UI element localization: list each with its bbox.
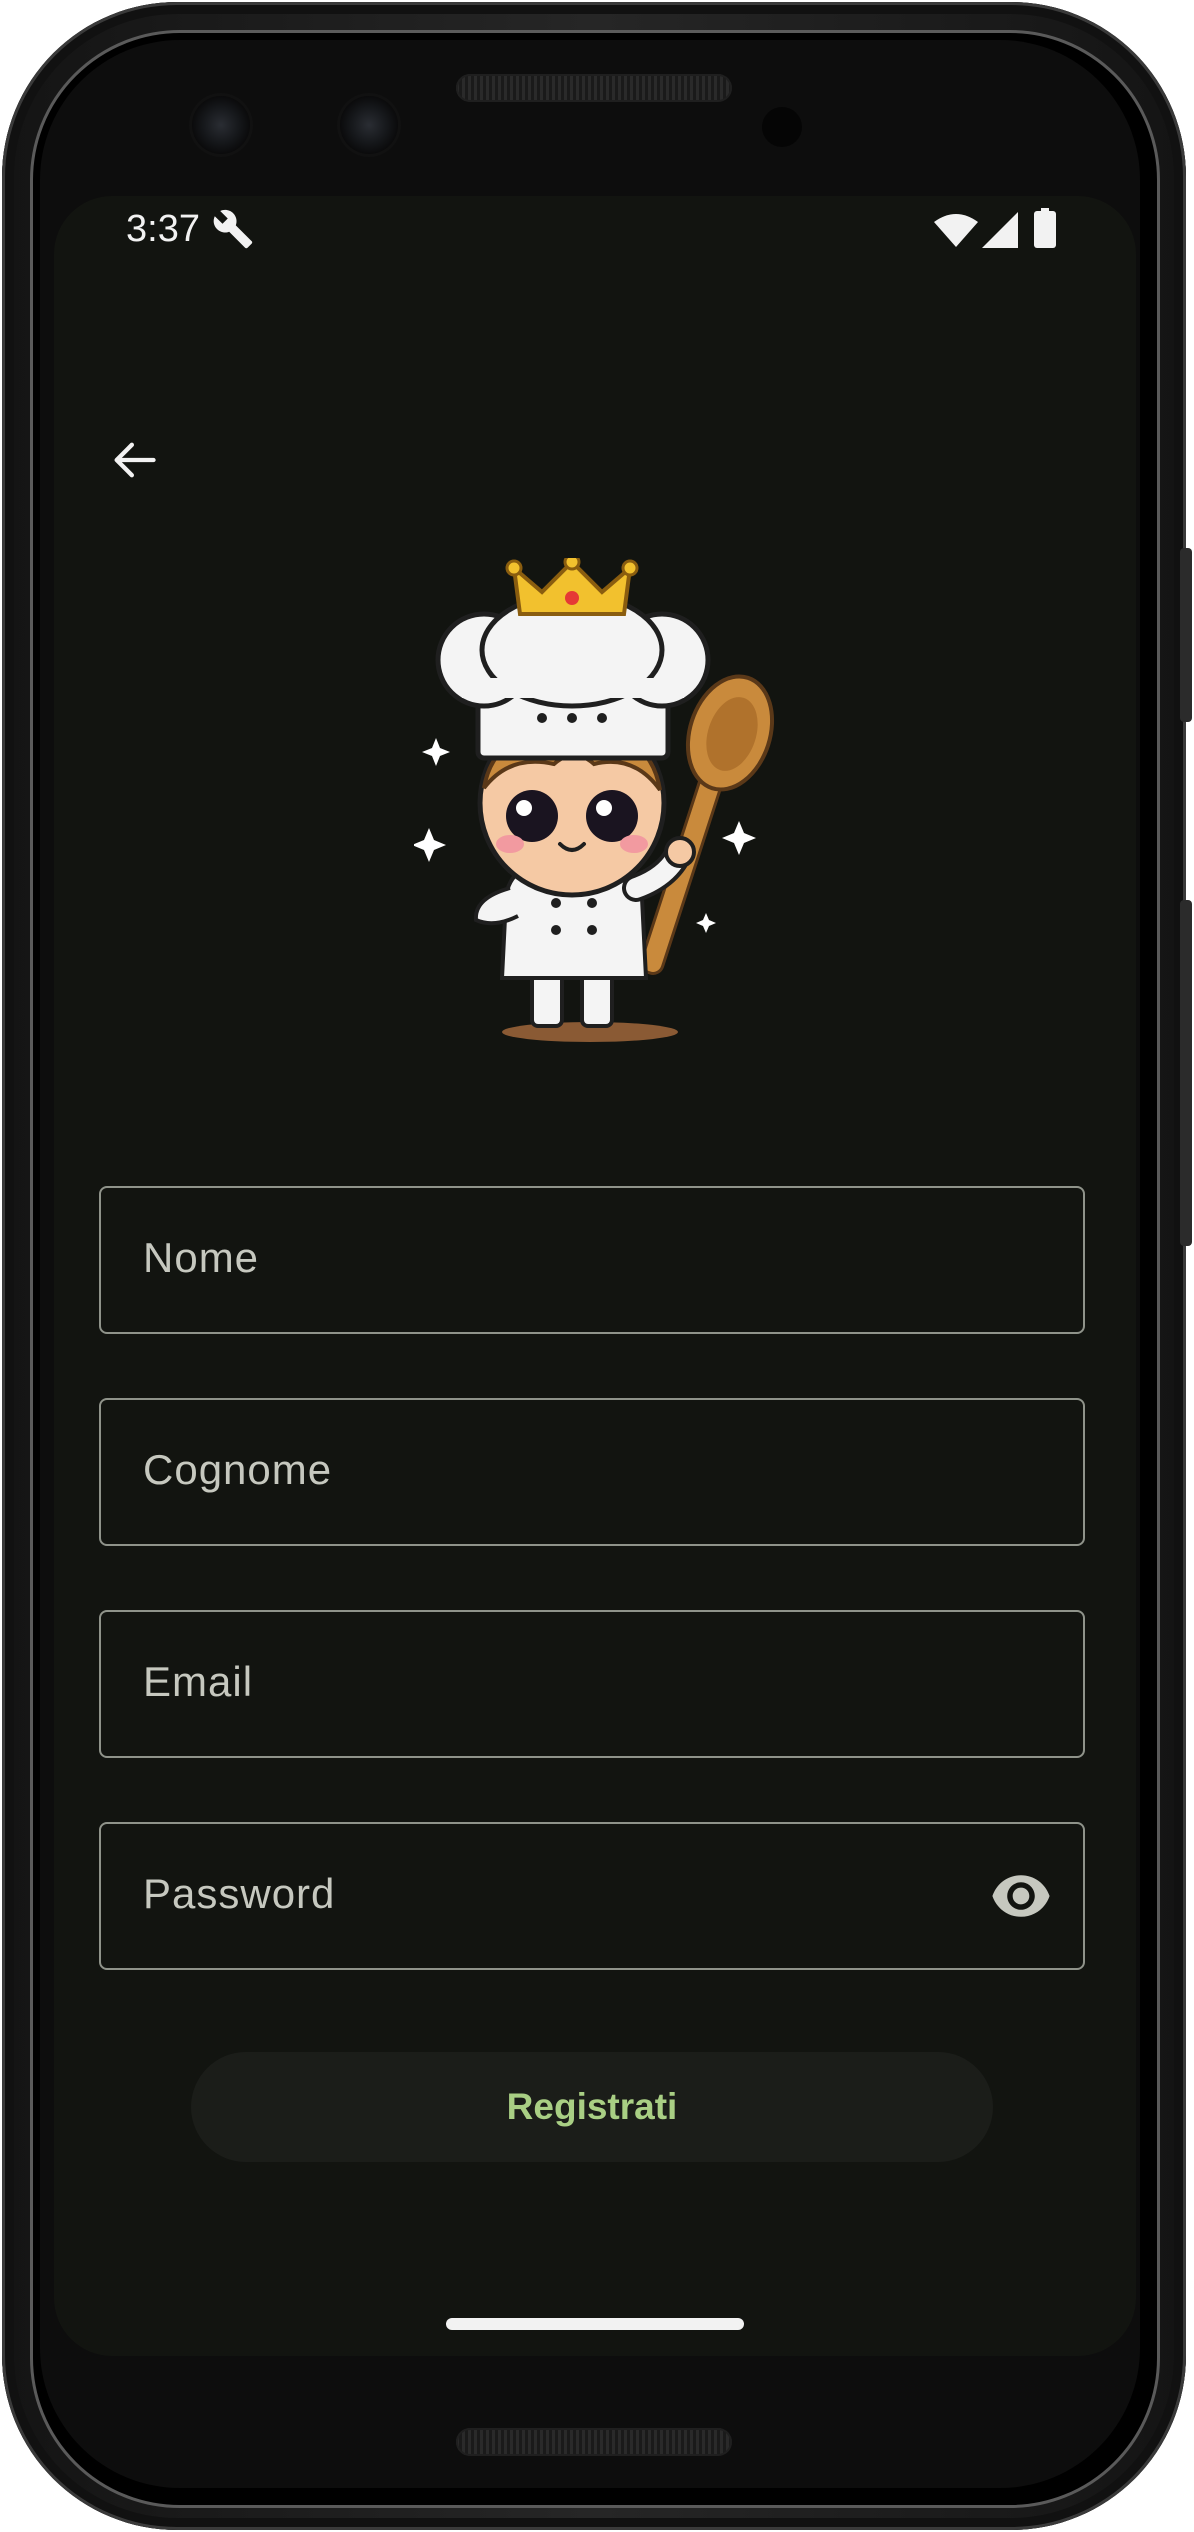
volume-button	[1180, 900, 1192, 1246]
battery-icon	[1034, 208, 1056, 248]
chef-mascot-logo	[414, 558, 775, 1042]
app-screen: 3:37 Nome Cognome Email Password Registr…	[54, 196, 1136, 2356]
password-field[interactable]: Password	[99, 1822, 1085, 1970]
home-indicator[interactable]	[446, 2318, 744, 2330]
signal-icon	[982, 212, 1018, 248]
wifi-icon	[934, 214, 978, 247]
nome-field-label: Nome	[143, 1234, 260, 1281]
status-bar: 3:37	[54, 196, 1136, 260]
bottom-speaker	[456, 2428, 732, 2456]
status-time: 3:37	[126, 208, 200, 250]
nome-field[interactable]: Nome	[99, 1186, 1085, 1334]
back-button[interactable]	[94, 420, 174, 500]
front-camera-2	[340, 96, 398, 154]
cognome-field-label: Cognome	[143, 1446, 333, 1493]
email-field-label: Email	[143, 1658, 254, 1705]
arrow-left-icon	[114, 442, 156, 478]
password-field-label: Password	[143, 1870, 336, 1917]
wrench-icon	[213, 209, 253, 249]
power-button	[1180, 548, 1192, 722]
earpiece-speaker	[456, 74, 732, 102]
cognome-field[interactable]: Cognome	[99, 1398, 1085, 1546]
email-field[interactable]: Email	[99, 1610, 1085, 1758]
eye-icon[interactable]	[989, 1870, 1053, 1922]
front-camera-1	[192, 96, 250, 154]
register-button[interactable]: Registrati	[191, 2052, 993, 2162]
register-button-label: Registrati	[506, 2086, 678, 2127]
proximity-sensor	[762, 107, 802, 147]
